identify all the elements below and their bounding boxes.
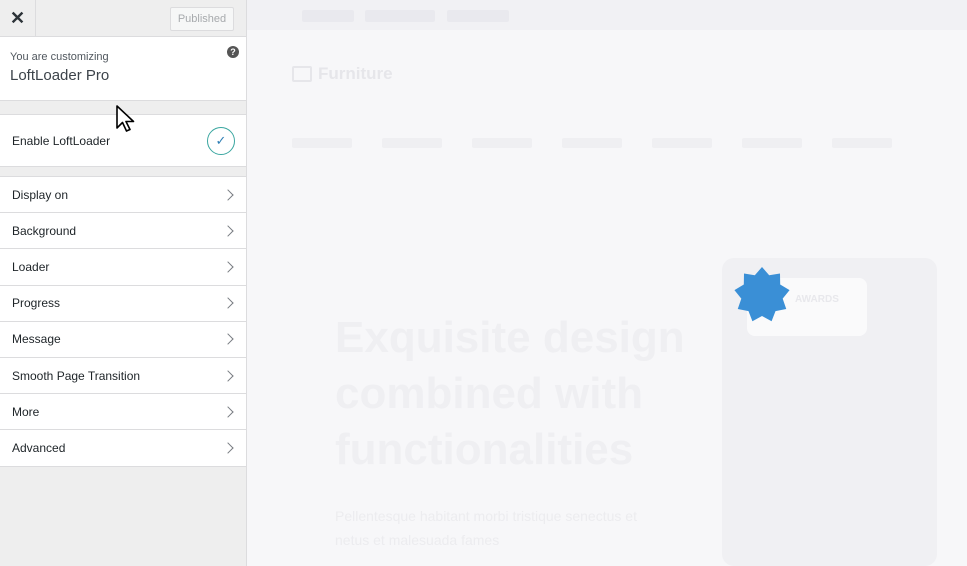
preview-category xyxy=(652,138,712,148)
preview-category xyxy=(292,138,352,148)
loader-starburst-icon xyxy=(734,267,790,322)
menu-item-display-on[interactable]: Display on xyxy=(0,177,246,214)
menu-item-label: Message xyxy=(12,332,61,347)
help-icon[interactable]: ? xyxy=(227,46,239,58)
chevron-right-icon xyxy=(222,188,234,201)
store-icon xyxy=(292,66,312,82)
preview-category xyxy=(742,138,802,148)
checkmark-icon: ✓ xyxy=(215,133,227,148)
hero-line: combined with xyxy=(335,369,643,418)
close-button[interactable]: ✕ xyxy=(0,0,36,37)
preview-category xyxy=(382,138,442,148)
preview-tab xyxy=(365,10,435,22)
mouse-cursor-icon xyxy=(116,105,135,132)
menu-item-loader[interactable]: Loader xyxy=(0,249,246,286)
menu-item-more[interactable]: More xyxy=(0,394,246,431)
customizer-topbar: ✕ Published xyxy=(0,0,246,37)
menu-item-label: More xyxy=(12,404,40,419)
menu-item-label: Background xyxy=(12,223,77,238)
chevron-right-icon xyxy=(222,333,234,346)
enable-loftloader-label: Enable LoftLoader xyxy=(12,133,111,148)
preview-category xyxy=(832,138,892,148)
menu-item-label: Advanced xyxy=(12,440,66,455)
preview-brand: Furniture xyxy=(292,64,393,84)
menu-item-smooth-page-transition[interactable]: Smooth Page Transition xyxy=(0,358,246,395)
menu-item-message[interactable]: Message xyxy=(0,322,246,358)
menu-item-background[interactable]: Background xyxy=(0,213,246,250)
preview-category xyxy=(472,138,532,148)
preview-category-bar xyxy=(292,138,892,148)
preview-top-strip xyxy=(247,0,967,30)
preview-brand-name: Furniture xyxy=(318,64,393,83)
menu-item-advanced[interactable]: Advanced xyxy=(0,430,246,467)
chevron-right-icon xyxy=(222,406,234,418)
close-icon: ✕ xyxy=(9,8,26,28)
menu-item-label: Progress xyxy=(12,296,61,311)
menu-item-label: Smooth Page Transition xyxy=(12,368,141,383)
customizer-sidebar: ✕ Published You are customizing LoftLoad… xyxy=(0,0,247,566)
enable-toggle[interactable]: ✓ xyxy=(207,127,235,155)
menu-item-label: Loader xyxy=(12,259,50,274)
preview-hero-paragraph: Pellentesque habitant morbi tristique se… xyxy=(335,508,637,548)
chevron-right-icon xyxy=(222,297,234,309)
menu-item-label: Display on xyxy=(12,187,69,202)
section-menu: Display on Background Loader Progress Me… xyxy=(0,176,246,467)
hero-line: Exquisite design xyxy=(335,313,685,362)
site-preview: Furniture Exquisite design combined with… xyxy=(247,0,967,566)
chevron-right-icon xyxy=(222,442,234,454)
chevron-right-icon xyxy=(222,261,234,273)
chevron-right-icon xyxy=(222,225,234,237)
preview-tab xyxy=(302,10,354,22)
menu-item-progress[interactable]: Progress xyxy=(0,286,246,322)
preview-tab xyxy=(447,10,509,22)
customizing-subtitle: You are customizing xyxy=(10,51,109,63)
customizer-info: You are customizing LoftLoader Pro ? xyxy=(0,37,246,101)
published-button[interactable]: Published xyxy=(170,7,234,31)
preview-category xyxy=(562,138,622,148)
panel-title: LoftLoader Pro xyxy=(10,67,110,84)
chevron-right-icon xyxy=(222,369,234,382)
preview-hero-heading: Exquisite design combined with functiona… xyxy=(335,310,685,478)
hero-line: functionalities xyxy=(335,425,634,474)
